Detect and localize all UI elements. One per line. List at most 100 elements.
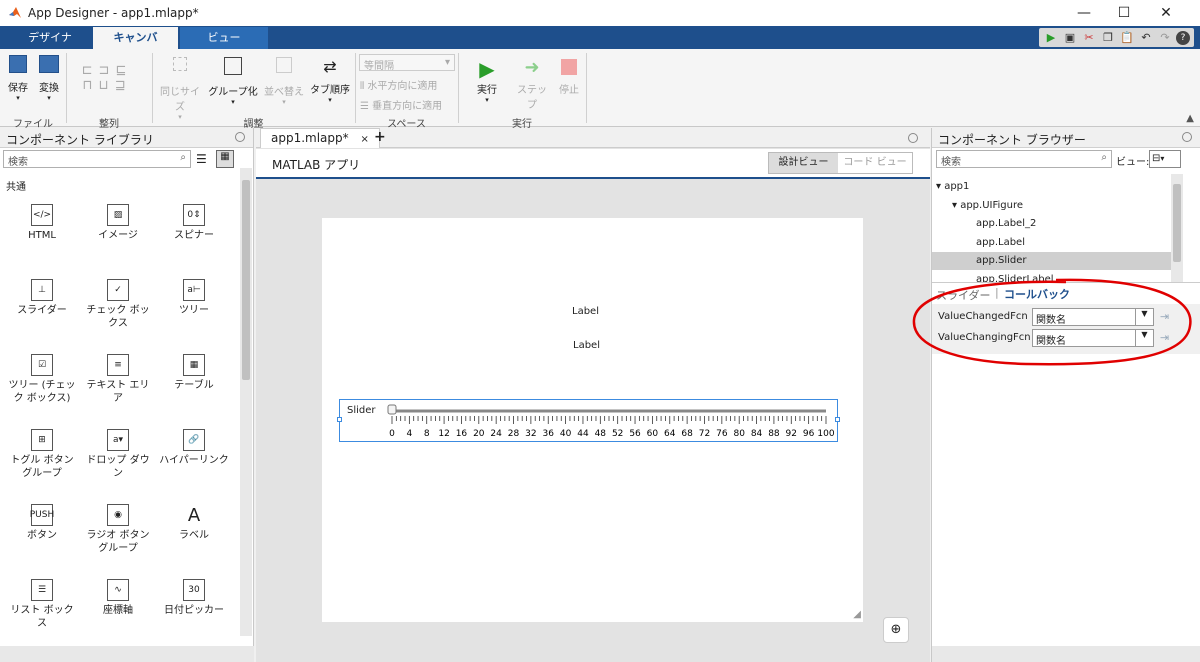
component-item[interactable]: ⊥ スライダー [6, 279, 78, 317]
component-item[interactable]: ≡ テキスト エリア [82, 354, 154, 405]
tree-node[interactable]: ▾ app.UIFigure [932, 197, 1171, 215]
stop-button[interactable]: 停止 [556, 57, 582, 96]
slider-tick-label: 88 [768, 429, 780, 439]
group-button[interactable]: グループ化 ▾ [208, 57, 258, 106]
help-icon[interactable]: ? [1176, 30, 1190, 45]
resize-handle[interactable] [835, 417, 840, 422]
component-item[interactable]: ◉ ラジオ ボタン グループ [82, 504, 154, 555]
slider-tick-label: 28 [508, 429, 520, 439]
paste-icon[interactable]: 📋 [1119, 30, 1135, 46]
quick-access-toolbar: ▶ ▣ ✂ ❐ 📋 ↶ ↷ ? [1039, 28, 1194, 47]
component-item[interactable]: 30 日付ピッカー [158, 579, 230, 617]
code-view-button[interactable]: コード ビュー [838, 153, 912, 173]
design-view-button[interactable]: 設計ビュー [769, 153, 839, 173]
tab-order-icon: ⇄ [323, 57, 337, 76]
scrollbar-thumb[interactable] [242, 180, 250, 380]
tree-node-label: app.Label [976, 236, 1025, 248]
tab-canvas[interactable]: キャンバス [93, 27, 178, 66]
component-item[interactable]: ∿ 座標軸 [82, 579, 154, 617]
save-button[interactable]: 保存 ▾ [6, 55, 30, 102]
apply-vertical-button[interactable]: ☰ 垂直方向に適用 [360, 97, 456, 112]
component-item[interactable]: A ラベル [158, 504, 230, 542]
tree-node[interactable]: app.Label_2 [932, 215, 1171, 233]
redo-icon[interactable]: ↷ [1157, 30, 1173, 46]
slider-tick-label: 20 [473, 429, 485, 439]
grid-view-icon[interactable]: ▦ [216, 150, 234, 168]
tree-node[interactable]: ▾ app1 [932, 178, 1171, 196]
label-component[interactable]: Label [573, 340, 600, 351]
maximize-icon[interactable]: ☐ [1104, 0, 1144, 26]
component-item[interactable]: ▨ イメージ [82, 204, 154, 242]
browser-horizontal-scrollbar[interactable] [932, 646, 1200, 662]
tab-app1[interactable]: app1.mlapp* × [260, 128, 380, 148]
expand-arrow-icon[interactable]: ▾ [952, 200, 960, 211]
resize-handle[interactable] [337, 417, 342, 422]
component-item[interactable]: a▾ ドロップ ダウン [82, 429, 154, 480]
expand-arrow-icon[interactable]: ▾ [936, 181, 944, 192]
slider-tick-label: 4 [406, 429, 412, 439]
same-size-icon [173, 57, 187, 71]
slider-component[interactable]: Slider 0 4 8 12 16 20 24 28 32 36 40 44 48 52 56 60 64 68… [337, 399, 840, 443]
component-label: ラベル [179, 530, 209, 541]
slider-tick-label: 68 [681, 429, 693, 439]
panel-options-icon[interactable] [908, 133, 918, 143]
component-item[interactable]: ⊞ トグル ボタン グループ [6, 429, 78, 480]
minimize-icon[interactable]: — [1064, 0, 1104, 26]
axes-icon: ∿ [107, 579, 129, 601]
slider-tick-label: 80 [733, 429, 745, 439]
component-item[interactable]: </> HTML [6, 204, 78, 242]
tree-node[interactable]: app.Label [932, 234, 1171, 252]
tree-node[interactable]: app.Slider [932, 252, 1171, 270]
list-view-icon[interactable]: ☰ [196, 152, 207, 166]
browser-search-input[interactable]: 検索 ⌕ [936, 150, 1112, 168]
collapse-ribbon-icon[interactable]: ▲ [1186, 113, 1194, 124]
panel-options-icon[interactable] [1182, 132, 1192, 142]
scrollbar-thumb[interactable] [1173, 184, 1181, 262]
component-item[interactable]: a⊢ ツリー [158, 279, 230, 317]
library-search-input[interactable]: 検索 ⌕ [3, 150, 191, 168]
copy-icon[interactable]: ❐ [1100, 30, 1116, 46]
checkbox-tree-icon: ☑ [31, 354, 53, 376]
view-dropdown[interactable]: ⊟▾ [1149, 150, 1181, 168]
run-icon[interactable]: ▶ [1043, 30, 1059, 46]
title-bar: App Designer - app1.mlapp* [0, 0, 1200, 26]
panel-options-icon[interactable] [235, 132, 245, 142]
checkbox-icon: ✓ [107, 279, 129, 301]
label-component[interactable]: Label [572, 306, 599, 317]
ui-figure-canvas[interactable]: Label Label Slider 0 4 8 12 16 20 24 28 32 36 40 44… [322, 218, 863, 622]
convert-button[interactable]: 変換 ▾ [36, 55, 62, 102]
component-item[interactable]: 0⇕ スピナー [158, 204, 230, 242]
component-item[interactable]: PUSH ボタン [6, 504, 78, 542]
component-item[interactable]: ▦ テーブル [158, 354, 230, 392]
align-buttons[interactable]: ⊏⊐⊑ ⊓⊔⊒ [72, 63, 142, 93]
component-label: 座標軸 [103, 605, 133, 616]
component-item[interactable]: ✓ チェック ボックス [82, 279, 154, 330]
run-button[interactable]: ▶ 実行 ▾ [472, 57, 502, 104]
component-label: テキスト エリア [86, 380, 150, 404]
add-tab-icon[interactable]: + [374, 129, 386, 145]
component-item[interactable]: ☰ リスト ボックス [6, 579, 78, 630]
component-item[interactable]: ☑ ツリー (チェック ボックス) [6, 354, 78, 405]
slider-tick-label: 48 [595, 429, 607, 439]
slider-track[interactable]: 0 4 8 12 16 20 24 28 32 36 40 44 48 52 56 60 64 68 72 76 80 8… [340, 400, 839, 443]
tab-order-button[interactable]: ⇄ タブ順序 ▾ [308, 57, 352, 104]
save-icon[interactable]: ▣ [1062, 30, 1078, 46]
component-item[interactable]: 🔗 ハイパーリンク [158, 429, 230, 467]
close-icon[interactable]: ✕ [1146, 0, 1186, 26]
close-tab-icon[interactable]: × [360, 134, 368, 145]
same-size-button[interactable]: 同じサイズ ▾ [156, 57, 204, 121]
tree-scrollbar[interactable] [1171, 174, 1183, 282]
spacing-dropdown[interactable]: 等間隔 ▾ [359, 54, 455, 72]
slider-tick-label: 36 [543, 429, 555, 439]
library-scrollbar[interactable] [240, 168, 252, 636]
cut-icon[interactable]: ✂ [1081, 30, 1097, 46]
zoom-icon[interactable]: ⊕ [883, 617, 909, 643]
canvas-resize-grip[interactable]: ◢ [853, 609, 861, 620]
tab-designer[interactable]: デザイナー [8, 27, 92, 66]
apply-horizontal-button[interactable]: ⫴ 水平方向に適用 [360, 77, 456, 92]
tab-view[interactable]: ビュー [180, 27, 268, 49]
reorder-button[interactable]: 並べ替え ▾ [262, 57, 306, 106]
step-button[interactable]: ➜ ステップ [514, 57, 550, 111]
library-horizontal-scrollbar[interactable] [0, 646, 254, 662]
undo-icon[interactable]: ↶ [1138, 30, 1154, 46]
